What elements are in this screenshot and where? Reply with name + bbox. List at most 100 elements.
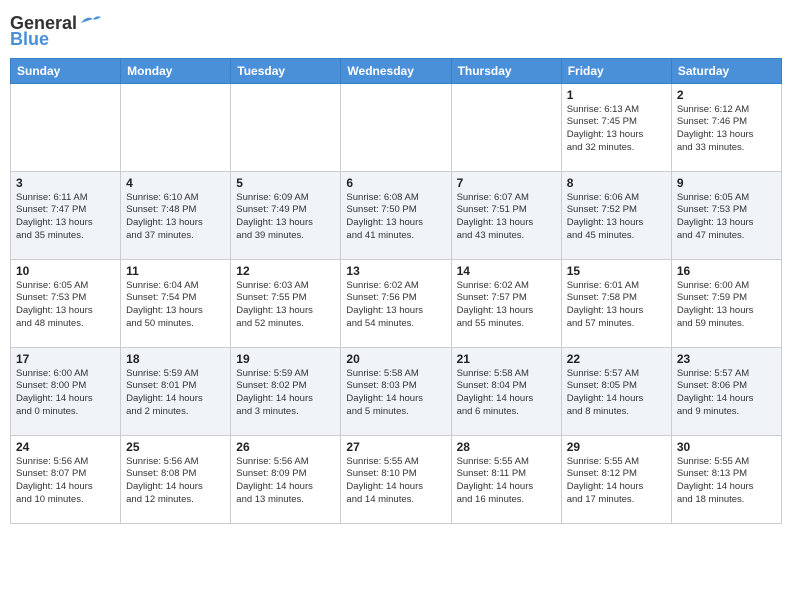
logo-blue-text: Blue bbox=[10, 30, 49, 50]
day-number: 26 bbox=[236, 440, 335, 454]
logo-bird-icon bbox=[79, 13, 101, 31]
header-cell-monday: Monday bbox=[121, 58, 231, 83]
day-info: Sunrise: 6:11 AM Sunset: 7:47 PM Dayligh… bbox=[16, 192, 115, 243]
day-number: 8 bbox=[567, 176, 666, 190]
day-info: Sunrise: 6:04 AM Sunset: 7:54 PM Dayligh… bbox=[126, 280, 225, 331]
day-info: Sunrise: 5:55 AM Sunset: 8:11 PM Dayligh… bbox=[457, 456, 556, 507]
day-cell-4: 4 Sunrise: 6:10 AM Sunset: 7:48 PM Daylig… bbox=[121, 171, 231, 259]
week-row-4: 17Sunrise: 6:00 AM Sunset: 8:00 PM Dayli… bbox=[11, 347, 782, 435]
day-cell-22: 22 Sunrise: 5:57 AM Sunset: 8:05 PM Dayli… bbox=[561, 347, 671, 435]
day-info: Sunrise: 6:01 AM Sunset: 7:58 PM Dayligh… bbox=[567, 280, 666, 331]
day-cell-1: 1Sunrise: 6:13 AM Sunset: 7:45 PM Daylig… bbox=[561, 83, 671, 171]
day-cell-12: 12 Sunrise: 6:03 AM Sunset: 7:55 PM Dayli… bbox=[231, 259, 341, 347]
day-number: 2 bbox=[677, 88, 776, 102]
day-cell-23: 23 Sunrise: 5:57 AM Sunset: 8:06 PM Dayli… bbox=[671, 347, 781, 435]
day-info: Sunrise: 5:58 AM Sunset: 8:04 PM Dayligh… bbox=[457, 368, 556, 419]
header-cell-tuesday: Tuesday bbox=[231, 58, 341, 83]
day-info: Sunrise: 6:03 AM Sunset: 7:55 PM Dayligh… bbox=[236, 280, 335, 331]
day-number: 28 bbox=[457, 440, 556, 454]
header-cell-friday: Friday bbox=[561, 58, 671, 83]
day-cell-21: 21 Sunrise: 5:58 AM Sunset: 8:04 PM Dayli… bbox=[451, 347, 561, 435]
day-cell-27: 27 Sunrise: 5:55 AM Sunset: 8:10 PM Dayli… bbox=[341, 435, 451, 523]
day-info: Sunrise: 6:02 AM Sunset: 7:56 PM Dayligh… bbox=[346, 280, 445, 331]
day-cell-6: 6 Sunrise: 6:08 AM Sunset: 7:50 PM Daylig… bbox=[341, 171, 451, 259]
day-number: 4 bbox=[126, 176, 225, 190]
day-info: Sunrise: 6:12 AM Sunset: 7:46 PM Dayligh… bbox=[677, 104, 776, 155]
day-number: 20 bbox=[346, 352, 445, 366]
day-number: 19 bbox=[236, 352, 335, 366]
day-info: Sunrise: 5:56 AM Sunset: 8:09 PM Dayligh… bbox=[236, 456, 335, 507]
day-number: 3 bbox=[16, 176, 115, 190]
page-header: General Blue bbox=[10, 10, 782, 50]
day-number: 11 bbox=[126, 264, 225, 278]
day-number: 13 bbox=[346, 264, 445, 278]
week-row-5: 24 Sunrise: 5:56 AM Sunset: 8:07 PM Dayli… bbox=[11, 435, 782, 523]
day-info: Sunrise: 6:00 AM Sunset: 7:59 PM Dayligh… bbox=[677, 280, 776, 331]
day-info: Sunrise: 6:05 AM Sunset: 7:53 PM Dayligh… bbox=[677, 192, 776, 243]
header-cell-sunday: Sunday bbox=[11, 58, 121, 83]
day-info: Sunrise: 6:05 AM Sunset: 7:53 PM Dayligh… bbox=[16, 280, 115, 331]
day-info: Sunrise: 6:09 AM Sunset: 7:49 PM Dayligh… bbox=[236, 192, 335, 243]
day-number: 16 bbox=[677, 264, 776, 278]
header-cell-thursday: Thursday bbox=[451, 58, 561, 83]
day-number: 14 bbox=[457, 264, 556, 278]
day-info: Sunrise: 6:08 AM Sunset: 7:50 PM Dayligh… bbox=[346, 192, 445, 243]
day-cell-14: 14Sunrise: 6:02 AM Sunset: 7:57 PM Dayli… bbox=[451, 259, 561, 347]
day-number: 24 bbox=[16, 440, 115, 454]
day-info: Sunrise: 5:55 AM Sunset: 8:12 PM Dayligh… bbox=[567, 456, 666, 507]
empty-cell bbox=[231, 83, 341, 171]
day-number: 7 bbox=[457, 176, 556, 190]
day-info: Sunrise: 5:57 AM Sunset: 8:05 PM Dayligh… bbox=[567, 368, 666, 419]
day-info: Sunrise: 6:13 AM Sunset: 7:45 PM Dayligh… bbox=[567, 104, 666, 155]
calendar-table: SundayMondayTuesdayWednesdayThursdayFrid… bbox=[10, 58, 782, 524]
day-info: Sunrise: 5:56 AM Sunset: 8:08 PM Dayligh… bbox=[126, 456, 225, 507]
day-number: 30 bbox=[677, 440, 776, 454]
calendar-header: SundayMondayTuesdayWednesdayThursdayFrid… bbox=[11, 58, 782, 83]
day-cell-18: 18Sunrise: 5:59 AM Sunset: 8:01 PM Dayli… bbox=[121, 347, 231, 435]
empty-cell bbox=[11, 83, 121, 171]
header-cell-wednesday: Wednesday bbox=[341, 58, 451, 83]
week-row-2: 3 Sunrise: 6:11 AM Sunset: 7:47 PM Daylig… bbox=[11, 171, 782, 259]
day-info: Sunrise: 5:57 AM Sunset: 8:06 PM Dayligh… bbox=[677, 368, 776, 419]
calendar-body: 1Sunrise: 6:13 AM Sunset: 7:45 PM Daylig… bbox=[11, 83, 782, 523]
day-number: 22 bbox=[567, 352, 666, 366]
logo: General Blue bbox=[10, 10, 101, 50]
day-number: 27 bbox=[346, 440, 445, 454]
day-number: 12 bbox=[236, 264, 335, 278]
empty-cell bbox=[121, 83, 231, 171]
day-cell-24: 24 Sunrise: 5:56 AM Sunset: 8:07 PM Dayli… bbox=[11, 435, 121, 523]
day-cell-11: 11 Sunrise: 6:04 AM Sunset: 7:54 PM Dayli… bbox=[121, 259, 231, 347]
day-cell-8: 8Sunrise: 6:06 AM Sunset: 7:52 PM Daylig… bbox=[561, 171, 671, 259]
day-number: 23 bbox=[677, 352, 776, 366]
day-info: Sunrise: 5:56 AM Sunset: 8:07 PM Dayligh… bbox=[16, 456, 115, 507]
header-cell-saturday: Saturday bbox=[671, 58, 781, 83]
day-info: Sunrise: 5:55 AM Sunset: 8:13 PM Dayligh… bbox=[677, 456, 776, 507]
day-number: 10 bbox=[16, 264, 115, 278]
empty-cell bbox=[451, 83, 561, 171]
day-cell-19: 19 Sunrise: 5:59 AM Sunset: 8:02 PM Dayli… bbox=[231, 347, 341, 435]
week-row-3: 10 Sunrise: 6:05 AM Sunset: 7:53 PM Dayli… bbox=[11, 259, 782, 347]
day-number: 21 bbox=[457, 352, 556, 366]
header-row: SundayMondayTuesdayWednesdayThursdayFrid… bbox=[11, 58, 782, 83]
day-info: Sunrise: 5:55 AM Sunset: 8:10 PM Dayligh… bbox=[346, 456, 445, 507]
day-number: 6 bbox=[346, 176, 445, 190]
day-cell-5: 5Sunrise: 6:09 AM Sunset: 7:49 PM Daylig… bbox=[231, 171, 341, 259]
day-cell-9: 9 Sunrise: 6:05 AM Sunset: 7:53 PM Daylig… bbox=[671, 171, 781, 259]
day-info: Sunrise: 5:58 AM Sunset: 8:03 PM Dayligh… bbox=[346, 368, 445, 419]
day-number: 25 bbox=[126, 440, 225, 454]
day-cell-26: 26 Sunrise: 5:56 AM Sunset: 8:09 PM Dayli… bbox=[231, 435, 341, 523]
day-cell-28: 28 Sunrise: 5:55 AM Sunset: 8:11 PM Dayli… bbox=[451, 435, 561, 523]
day-cell-25: 25 Sunrise: 5:56 AM Sunset: 8:08 PM Dayli… bbox=[121, 435, 231, 523]
day-info: Sunrise: 6:00 AM Sunset: 8:00 PM Dayligh… bbox=[16, 368, 115, 419]
day-info: Sunrise: 6:07 AM Sunset: 7:51 PM Dayligh… bbox=[457, 192, 556, 243]
day-number: 15 bbox=[567, 264, 666, 278]
empty-cell bbox=[341, 83, 451, 171]
day-number: 18 bbox=[126, 352, 225, 366]
day-info: Sunrise: 6:10 AM Sunset: 7:48 PM Dayligh… bbox=[126, 192, 225, 243]
day-number: 9 bbox=[677, 176, 776, 190]
day-cell-10: 10 Sunrise: 6:05 AM Sunset: 7:53 PM Dayli… bbox=[11, 259, 121, 347]
day-info: Sunrise: 5:59 AM Sunset: 8:02 PM Dayligh… bbox=[236, 368, 335, 419]
day-cell-7: 7 Sunrise: 6:07 AM Sunset: 7:51 PM Daylig… bbox=[451, 171, 561, 259]
day-cell-17: 17Sunrise: 6:00 AM Sunset: 8:00 PM Dayli… bbox=[11, 347, 121, 435]
day-cell-30: 30 Sunrise: 5:55 AM Sunset: 8:13 PM Dayli… bbox=[671, 435, 781, 523]
